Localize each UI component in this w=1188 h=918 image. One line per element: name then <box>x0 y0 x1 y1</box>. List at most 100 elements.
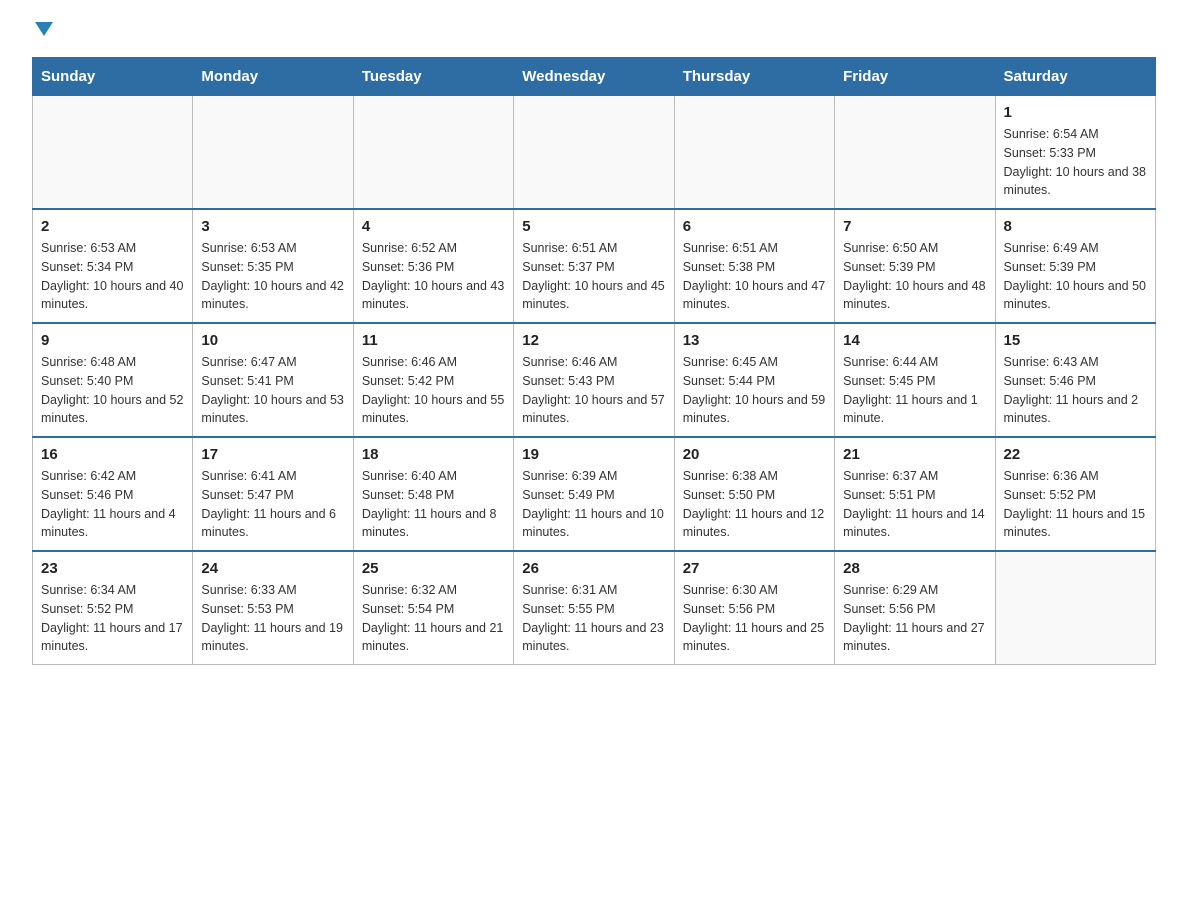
calendar-cell: 23 Sunrise: 6:34 AMSunset: 5:52 PMDayligh… <box>33 551 193 665</box>
day-info: Sunrise: 6:29 AMSunset: 5:56 PMDaylight:… <box>843 581 986 656</box>
calendar-cell: 26 Sunrise: 6:31 AMSunset: 5:55 PMDayligh… <box>514 551 674 665</box>
weekday-header-sunday: Sunday <box>33 58 193 96</box>
calendar-cell <box>33 96 193 210</box>
calendar-cell <box>193 96 353 210</box>
calendar-table: SundayMondayTuesdayWednesdayThursdayFrid… <box>32 57 1156 665</box>
calendar-cell: 17 Sunrise: 6:41 AMSunset: 5:47 PMDayligh… <box>193 437 353 551</box>
calendar-cell: 15 Sunrise: 6:43 AMSunset: 5:46 PMDayligh… <box>995 323 1155 437</box>
day-info: Sunrise: 6:40 AMSunset: 5:48 PMDaylight:… <box>362 467 505 542</box>
calendar-cell: 28 Sunrise: 6:29 AMSunset: 5:56 PMDayligh… <box>835 551 995 665</box>
day-number: 14 <box>843 332 986 349</box>
calendar-cell: 12 Sunrise: 6:46 AMSunset: 5:43 PMDayligh… <box>514 323 674 437</box>
calendar-cell: 13Sunrise: 6:45 AMSunset: 5:44 PMDayligh… <box>674 323 834 437</box>
day-info: Sunrise: 6:31 AMSunset: 5:55 PMDaylight:… <box>522 581 665 656</box>
day-number: 26 <box>522 560 665 577</box>
day-number: 15 <box>1004 332 1147 349</box>
weekday-header-saturday: Saturday <box>995 58 1155 96</box>
calendar-cell: 11 Sunrise: 6:46 AMSunset: 5:42 PMDayligh… <box>353 323 513 437</box>
day-number: 24 <box>201 560 344 577</box>
day-number: 1 <box>1004 104 1147 121</box>
calendar-cell: 14 Sunrise: 6:44 AMSunset: 5:45 PMDayligh… <box>835 323 995 437</box>
day-info: Sunrise: 6:42 AMSunset: 5:46 PMDaylight:… <box>41 467 184 542</box>
weekday-header-row: SundayMondayTuesdayWednesdayThursdayFrid… <box>33 58 1156 96</box>
weekday-header-monday: Monday <box>193 58 353 96</box>
day-number: 11 <box>362 332 505 349</box>
day-number: 17 <box>201 446 344 463</box>
day-number: 8 <box>1004 218 1147 235</box>
day-info: Sunrise: 6:53 AMSunset: 5:34 PMDaylight:… <box>41 239 184 314</box>
day-info: Sunrise: 6:32 AMSunset: 5:54 PMDaylight:… <box>362 581 505 656</box>
calendar-cell <box>353 96 513 210</box>
calendar-cell: 25 Sunrise: 6:32 AMSunset: 5:54 PMDayligh… <box>353 551 513 665</box>
day-info: Sunrise: 6:43 AMSunset: 5:46 PMDaylight:… <box>1004 353 1147 428</box>
calendar-cell: 18 Sunrise: 6:40 AMSunset: 5:48 PMDayligh… <box>353 437 513 551</box>
calendar-cell <box>995 551 1155 665</box>
day-info: Sunrise: 6:53 AMSunset: 5:35 PMDaylight:… <box>201 239 344 314</box>
week-row-4: 16 Sunrise: 6:42 AMSunset: 5:46 PMDayligh… <box>33 437 1156 551</box>
day-info: Sunrise: 6:46 AMSunset: 5:42 PMDaylight:… <box>362 353 505 428</box>
day-number: 18 <box>362 446 505 463</box>
day-info: Sunrise: 6:49 AMSunset: 5:39 PMDaylight:… <box>1004 239 1147 314</box>
logo <box>32 24 53 41</box>
week-row-5: 23 Sunrise: 6:34 AMSunset: 5:52 PMDayligh… <box>33 551 1156 665</box>
logo-arrow-icon <box>35 22 53 41</box>
calendar-cell: 8 Sunrise: 6:49 AMSunset: 5:39 PMDaylight… <box>995 209 1155 323</box>
day-number: 2 <box>41 218 184 235</box>
day-info: Sunrise: 6:44 AMSunset: 5:45 PMDaylight:… <box>843 353 986 428</box>
day-info: Sunrise: 6:52 AMSunset: 5:36 PMDaylight:… <box>362 239 505 314</box>
day-number: 28 <box>843 560 986 577</box>
day-info: Sunrise: 6:33 AMSunset: 5:53 PMDaylight:… <box>201 581 344 656</box>
day-number: 19 <box>522 446 665 463</box>
calendar-cell: 5 Sunrise: 6:51 AMSunset: 5:37 PMDaylight… <box>514 209 674 323</box>
calendar-cell <box>835 96 995 210</box>
day-info: Sunrise: 6:30 AMSunset: 5:56 PMDaylight:… <box>683 581 826 656</box>
day-info: Sunrise: 6:41 AMSunset: 5:47 PMDaylight:… <box>201 467 344 542</box>
page-header <box>32 24 1156 41</box>
day-number: 25 <box>362 560 505 577</box>
calendar-cell: 24 Sunrise: 6:33 AMSunset: 5:53 PMDayligh… <box>193 551 353 665</box>
day-info: Sunrise: 6:50 AMSunset: 5:39 PMDaylight:… <box>843 239 986 314</box>
weekday-header-wednesday: Wednesday <box>514 58 674 96</box>
day-number: 23 <box>41 560 184 577</box>
day-number: 13 <box>683 332 826 349</box>
day-info: Sunrise: 6:47 AMSunset: 5:41 PMDaylight:… <box>201 353 344 428</box>
day-info: Sunrise: 6:51 AMSunset: 5:38 PMDaylight:… <box>683 239 826 314</box>
weekday-header-thursday: Thursday <box>674 58 834 96</box>
calendar-cell: 19 Sunrise: 6:39 AMSunset: 5:49 PMDayligh… <box>514 437 674 551</box>
calendar-cell: 20 Sunrise: 6:38 AMSunset: 5:50 PMDayligh… <box>674 437 834 551</box>
day-number: 20 <box>683 446 826 463</box>
calendar-cell: 4Sunrise: 6:52 AMSunset: 5:36 PMDaylight… <box>353 209 513 323</box>
weekday-header-friday: Friday <box>835 58 995 96</box>
day-info: Sunrise: 6:34 AMSunset: 5:52 PMDaylight:… <box>41 581 184 656</box>
day-number: 10 <box>201 332 344 349</box>
weekday-header-tuesday: Tuesday <box>353 58 513 96</box>
calendar-cell: 1 Sunrise: 6:54 AMSunset: 5:33 PMDaylight… <box>995 96 1155 210</box>
calendar-cell <box>514 96 674 210</box>
day-info: Sunrise: 6:38 AMSunset: 5:50 PMDaylight:… <box>683 467 826 542</box>
day-number: 16 <box>41 446 184 463</box>
calendar-cell: 10 Sunrise: 6:47 AMSunset: 5:41 PMDayligh… <box>193 323 353 437</box>
week-row-1: 1 Sunrise: 6:54 AMSunset: 5:33 PMDaylight… <box>33 96 1156 210</box>
day-number: 27 <box>683 560 826 577</box>
calendar-cell: 22 Sunrise: 6:36 AMSunset: 5:52 PMDayligh… <box>995 437 1155 551</box>
day-number: 22 <box>1004 446 1147 463</box>
day-number: 6 <box>683 218 826 235</box>
day-number: 12 <box>522 332 665 349</box>
day-info: Sunrise: 6:51 AMSunset: 5:37 PMDaylight:… <box>522 239 665 314</box>
calendar-cell: 6 Sunrise: 6:51 AMSunset: 5:38 PMDaylight… <box>674 209 834 323</box>
day-number: 5 <box>522 218 665 235</box>
day-number: 3 <box>201 218 344 235</box>
day-info: Sunrise: 6:46 AMSunset: 5:43 PMDaylight:… <box>522 353 665 428</box>
day-number: 9 <box>41 332 184 349</box>
day-info: Sunrise: 6:39 AMSunset: 5:49 PMDaylight:… <box>522 467 665 542</box>
day-info: Sunrise: 6:54 AMSunset: 5:33 PMDaylight:… <box>1004 125 1147 200</box>
day-number: 7 <box>843 218 986 235</box>
day-info: Sunrise: 6:36 AMSunset: 5:52 PMDaylight:… <box>1004 467 1147 542</box>
day-info: Sunrise: 6:48 AMSunset: 5:40 PMDaylight:… <box>41 353 184 428</box>
week-row-2: 2 Sunrise: 6:53 AMSunset: 5:34 PMDaylight… <box>33 209 1156 323</box>
calendar-cell: 2 Sunrise: 6:53 AMSunset: 5:34 PMDaylight… <box>33 209 193 323</box>
calendar-cell: 9 Sunrise: 6:48 AMSunset: 5:40 PMDaylight… <box>33 323 193 437</box>
calendar-cell: 16 Sunrise: 6:42 AMSunset: 5:46 PMDayligh… <box>33 437 193 551</box>
day-info: Sunrise: 6:37 AMSunset: 5:51 PMDaylight:… <box>843 467 986 542</box>
day-number: 21 <box>843 446 986 463</box>
